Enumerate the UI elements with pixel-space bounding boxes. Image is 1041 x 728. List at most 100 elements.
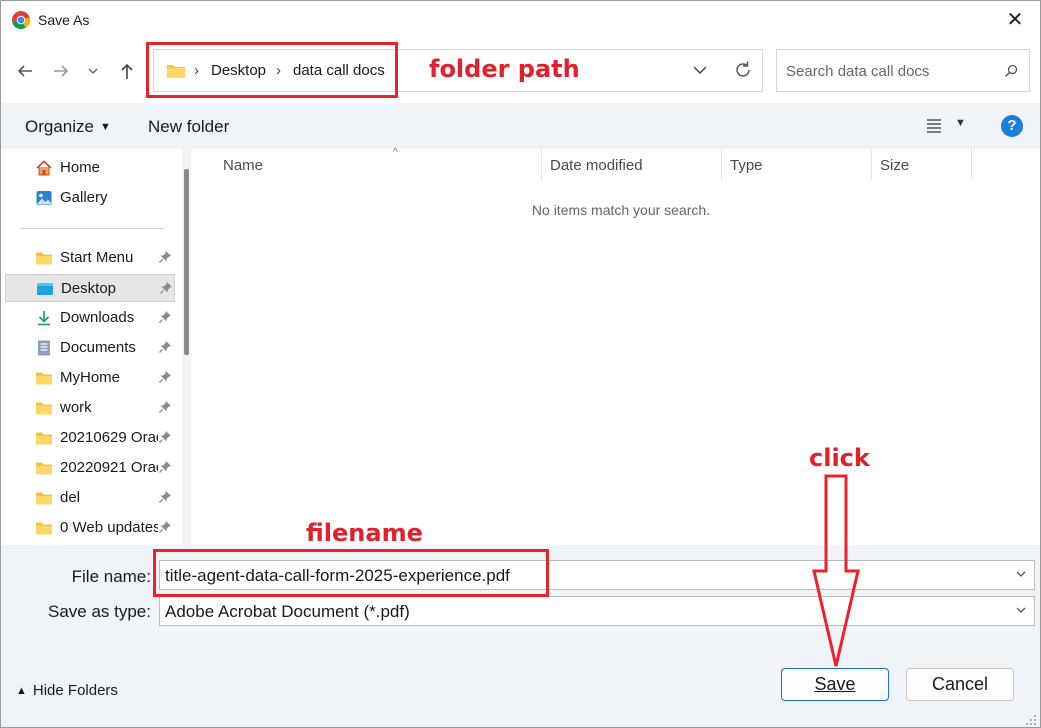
search-box[interactable]: Search data call docs [776,49,1030,92]
nav-label: Start Menu [60,249,134,266]
nav-item-downloads[interactable]: Downloads [5,304,175,332]
nav-label: Desktop [61,280,117,297]
back-arrow-icon[interactable] [13,59,37,83]
nav-item-del[interactable]: del [5,484,175,512]
click-annotation: click [809,444,870,472]
nav-divider [21,228,165,229]
folder-icon [36,372,52,385]
nav-item-documents[interactable]: Documents [5,334,175,362]
address-dropdown-chevron-icon[interactable] [690,60,710,80]
documents-icon [38,340,50,356]
view-options-icon[interactable] [925,118,943,134]
filename-highlight-box [153,549,549,597]
column-label: Size [880,157,910,174]
view-chevron-down-icon[interactable]: ▼ [955,117,966,129]
column-header-type[interactable]: Type [722,149,872,180]
folder-icon [36,252,52,265]
nav-label: Home [60,159,101,176]
column-header-date-modified[interactable]: Date modified [542,149,722,180]
nav-label: Documents [60,339,136,356]
chevron-down-icon[interactable] [1014,603,1028,617]
nav-label: Downloads [60,309,135,326]
save-label: Save [814,674,856,694]
save-button[interactable]: Save [781,668,889,701]
chevron-down-icon[interactable] [1014,567,1028,581]
pin-icon[interactable] [158,340,172,354]
gallery-icon [36,191,52,205]
nav-label: MyHome [60,369,121,386]
file-name-label: File name: [71,567,151,586]
filename-annotation: filename [306,519,423,547]
organize-button[interactable]: Organize ▼ [25,117,111,137]
nav-item-home[interactable]: Home [5,154,175,182]
column-header-name[interactable]: Name ^ [215,147,542,180]
folder-path-highlight-box [146,42,398,98]
column-header-size[interactable]: Size [872,149,972,180]
close-icon[interactable]: ✕ [1002,7,1028,33]
window-title: Save As [38,12,90,28]
nav-item-gallery[interactable]: Gallery [5,184,175,212]
help-icon[interactable]: ? [1001,115,1023,137]
recent-locations-chevron-icon[interactable] [81,59,105,83]
pin-icon[interactable] [158,400,172,414]
navigation-pane: Home Gallery Start Menu Desktop Download… [1,149,197,545]
nav-label: 0 Web updates [60,519,158,536]
up-arrow-icon[interactable] [115,59,139,83]
save-as-type-select[interactable]: Adobe Acrobat Document (*.pdf) [159,596,1035,626]
folder-path-annotation: folder path [429,55,580,83]
new-folder-button[interactable]: New folder [148,117,229,137]
nav-item-start-menu[interactable]: Start Menu [5,244,175,272]
hide-folders-label: Hide Folders [32,682,118,699]
column-label: Type [730,157,763,174]
nav-item-20220921[interactable]: 20220921 Oracle [5,454,175,482]
save-as-type-label: Save as type: [47,602,151,621]
nav-label: Gallery [60,189,108,206]
column-label: Date modified [550,157,643,174]
red-down-arrow-icon [812,474,860,667]
search-icon[interactable] [1003,63,1019,79]
search-placeholder: Search data call docs [786,63,930,80]
nav-item-desktop[interactable]: Desktop [5,274,175,302]
organize-label: Organize [25,117,94,136]
chrome-icon [12,11,31,30]
pin-icon[interactable] [158,490,172,504]
pin-icon[interactable] [159,281,173,295]
desktop-folder-icon [37,283,53,295]
cancel-button[interactable]: Cancel [906,668,1014,701]
resize-grip-icon[interactable] [1022,711,1038,727]
pin-icon[interactable] [158,430,172,444]
file-list: Name ^ Date modified Type Size No items … [197,147,1040,545]
save-as-dialog: Save As ✕ › Desktop › data call docs Sea… [0,0,1041,728]
save-as-type-value: Adobe Acrobat Document (*.pdf) [165,602,410,621]
refresh-icon[interactable] [732,59,754,81]
nav-item-work[interactable]: work [5,394,175,422]
nav-label: 20220921 Oracle [60,459,158,476]
nav-label: work [60,399,92,416]
empty-message: No items match your search. [531,202,711,218]
chevron-down-icon: ▼ [99,121,111,133]
pin-icon[interactable] [158,460,172,474]
folder-icon [36,432,52,445]
pin-icon[interactable] [158,310,172,324]
folder-icon [36,522,52,535]
chevron-up-icon: ▲ [16,685,27,697]
sort-ascending-icon: ^ [393,147,398,158]
download-icon [38,311,50,326]
nav-scrollbar-thumb[interactable] [184,169,189,355]
hide-folders-button[interactable]: ▲ Hide Folders [16,682,118,699]
home-icon [36,160,52,176]
nav-item-myhome[interactable]: MyHome [5,364,175,392]
forward-arrow-icon[interactable] [49,59,73,83]
folder-icon [36,402,52,415]
pin-icon[interactable] [158,370,172,384]
folder-icon [36,492,52,505]
nav-item-20210629[interactable]: 20210629 Oracle [5,424,175,452]
pin-icon[interactable] [158,520,172,534]
command-toolbar: Organize ▼ New folder ▼ ? [1,103,1040,149]
pin-icon[interactable] [158,250,172,264]
nav-item-web-updates[interactable]: 0 Web updates [5,514,175,542]
column-label: Name [223,157,264,174]
nav-label: del [60,489,81,506]
folder-icon [36,462,52,475]
nav-label: 20210629 Oracle [60,429,158,446]
